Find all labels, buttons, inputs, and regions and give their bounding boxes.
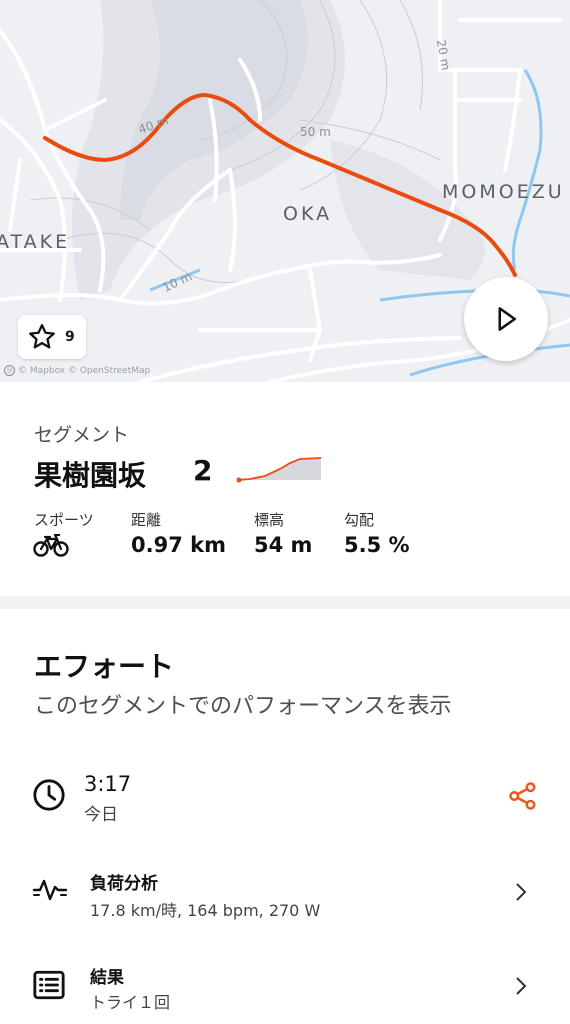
segment-summary: セグメント 果樹園坂 2 スポーツ 距離 標高 勾配 0.97 km 54 m … [0, 382, 570, 596]
effort-time-date: 今日 [84, 805, 118, 825]
place-label: ATAKE [0, 231, 71, 253]
analysis-title: 負荷分析 [90, 874, 158, 894]
chevron-right-icon [516, 977, 527, 995]
stat-label-grade: 勾配 [344, 511, 375, 529]
efforts-subtitle: このセグメントでのパフォーマンスを表示 [34, 694, 452, 719]
clock-icon [33, 779, 65, 811]
section-divider [0, 596, 570, 609]
favorite-count: 9 [65, 329, 75, 345]
stat-value-grade: 5.5 % [344, 533, 410, 557]
contour-label: 50 m [300, 125, 331, 139]
map-attribution[interactable]: ◎ © Mapbox © OpenStreetMap [4, 365, 150, 376]
map-view[interactable]: MOMOEZU OKA ATAKE 50 m 20 m 40 m 10 m ◎ … [0, 0, 570, 382]
analysis-row[interactable]: 負荷分析 17.8 km/時, 164 bpm, 270 W [0, 857, 570, 927]
stat-value-distance: 0.97 km [131, 533, 226, 557]
results-title: 結果 [90, 968, 124, 988]
place-label: MOMOEZU [442, 181, 565, 203]
segment-number: 2 [193, 454, 213, 487]
mapbox-logo-icon: ◎ [4, 365, 15, 376]
play-icon [498, 307, 516, 331]
elevation-profile-icon [236, 457, 322, 483]
play-button[interactable] [464, 277, 548, 361]
place-label: OKA [283, 203, 333, 225]
results-row[interactable]: 結果 トライ１回 [0, 951, 570, 1021]
stat-label-distance: 距離 [131, 511, 162, 529]
share-icon[interactable] [508, 781, 538, 811]
segment-kicker: セグメント [34, 424, 130, 446]
analysis-detail: 17.8 km/時, 164 bpm, 270 W [90, 901, 321, 920]
results-detail: トライ１回 [90, 993, 171, 1012]
chevron-right-icon [516, 883, 527, 901]
heart-rate-icon [32, 879, 68, 901]
star-icon [29, 324, 55, 349]
favorite-button[interactable]: 9 [18, 315, 86, 359]
segment-name: 果樹園坂 [34, 459, 147, 492]
effort-time-value: 3:17 [84, 772, 132, 796]
stat-label-sport: スポーツ [34, 511, 94, 529]
stat-label-elevation: 標高 [254, 511, 285, 529]
bike-icon [33, 534, 69, 557]
stat-value-elevation: 54 m [254, 533, 313, 557]
list-icon [33, 970, 65, 1000]
efforts-title: エフォート [34, 650, 175, 683]
